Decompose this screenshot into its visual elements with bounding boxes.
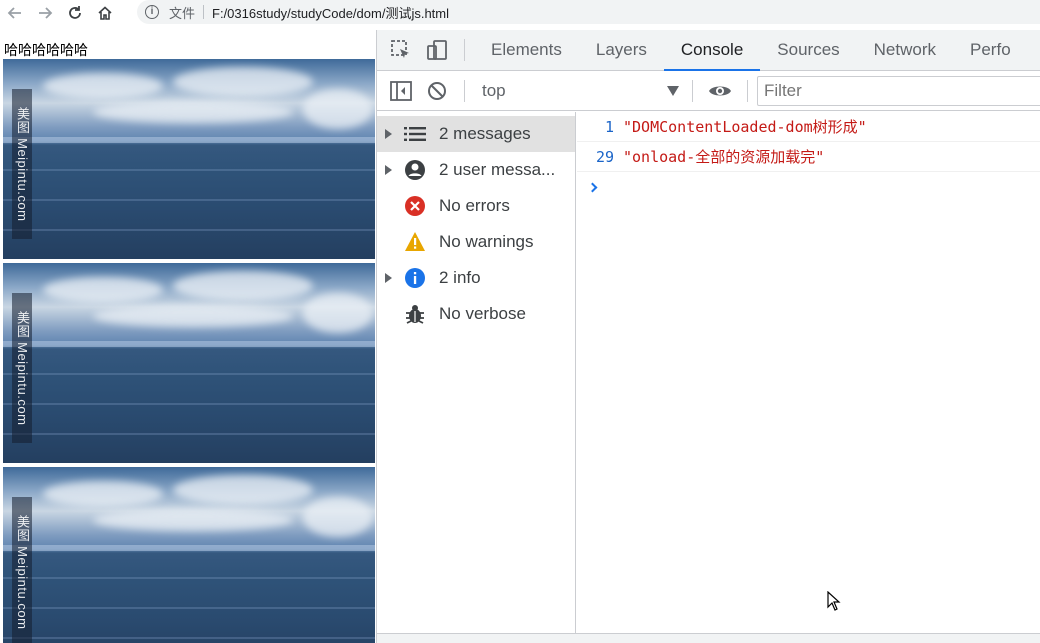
sidebar-item-verbose[interactable]: No verbose [377,296,575,332]
context-value: top [482,80,506,100]
tab-sources[interactable]: Sources [760,30,856,71]
home-icon[interactable] [90,0,120,26]
sidebar-item-errors[interactable]: No errors [377,188,575,224]
sidebar-item-label: No warnings [439,232,534,251]
mouse-cursor-icon [827,591,841,611]
sidebar-item-label: 2 info [439,268,481,287]
browser-toolbar: i 文件 F:/0316study/studyCode/dom/测试js.htm… [0,0,1040,26]
toolbar-divider [464,79,465,102]
toolbar-divider [747,79,748,102]
address-bar[interactable]: i 文件 F:/0316study/studyCode/dom/测试js.htm… [137,0,1040,24]
toolbar-divider [692,79,693,102]
tab-elements[interactable]: Elements [474,30,579,71]
prompt-chevron-icon [587,182,598,192]
tab-layers[interactable]: Layers [579,30,664,71]
console-toolbar: top [377,71,1040,111]
tab-console[interactable]: Console [663,30,761,71]
ocean-image: 美图 Meipintu.com [3,467,375,643]
console-log-row[interactable]: 1 "DOMContentLoaded-dom树形成" [577,112,1040,142]
log-line-link[interactable]: 29 [577,148,623,166]
console-log-row[interactable]: 29 "onload-全部的资源加载完" [577,142,1040,172]
console-prompt[interactable] [577,172,1040,202]
page-viewport: 哈哈哈哈哈哈 美图 Meipintu.com 美图 Meipintu.com 美… [0,30,376,643]
log-line-link[interactable]: 1 [577,118,623,136]
tab-network[interactable]: Network [857,30,953,71]
sidebar-toggle-icon[interactable] [383,70,419,111]
devtools-bottom-bar [377,633,1040,643]
console-sidebar: 2 messages 2 user messa... No errors No … [377,112,576,643]
expand-triangle-icon[interactable] [377,165,399,175]
reload-icon[interactable] [60,0,90,26]
error-icon [399,194,431,218]
sidebar-item-label: No verbose [439,304,526,323]
chevron-down-icon [667,85,679,96]
console-output[interactable]: 1 "DOMContentLoaded-dom树形成" 29 "onload-全… [577,112,1040,643]
sidebar-item-label: 2 user messa... [439,160,556,179]
ocean-image: 美图 Meipintu.com [3,59,375,259]
site-info-icon[interactable]: i [145,5,159,19]
user-icon [399,158,431,182]
device-toggle-icon[interactable] [419,30,455,71]
expand-triangle-icon[interactable] [377,273,399,283]
bug-icon [399,302,431,326]
list-icon [399,122,431,146]
warning-icon [399,230,431,254]
image-watermark: 美图 Meipintu.com [12,293,32,443]
context-selector[interactable]: top [478,77,683,105]
toolbar-divider [464,39,465,61]
tab-performance[interactable]: Perfo [953,30,1028,71]
forward-arrow-icon[interactable] [30,0,60,26]
image-watermark: 美图 Meipintu.com [12,89,32,239]
clear-console-icon[interactable] [419,70,455,111]
url-text[interactable]: F:/0316study/studyCode/dom/测试js.html [212,3,449,22]
scheme-label: 文件 [169,5,196,21]
sidebar-item-info[interactable]: 2 info [377,260,575,296]
page-heading-text: 哈哈哈哈哈哈 [4,42,88,58]
log-message: "onload-全部的资源加载完" [623,148,825,166]
sidebar-item-label: 2 messages [439,124,531,143]
image-watermark: 美图 Meipintu.com [12,497,32,643]
live-expression-eye-icon[interactable] [702,70,738,111]
sidebar-item-label: No errors [439,196,510,215]
sidebar-item-warnings[interactable]: No warnings [377,224,575,260]
inspect-element-icon[interactable] [383,30,419,71]
devtools-panel: Elements Layers Console Sources Network … [376,30,1040,643]
log-message: "DOMContentLoaded-dom树形成" [623,118,867,136]
expand-triangle-icon[interactable] [377,129,399,139]
ocean-image: 美图 Meipintu.com [3,263,375,463]
omnibox-divider [203,5,205,19]
devtools-tab-bar: Elements Layers Console Sources Network … [377,30,1040,71]
filter-input[interactable] [757,76,1040,106]
sidebar-item-messages[interactable]: 2 messages [377,116,575,152]
sidebar-item-user-messages[interactable]: 2 user messa... [377,152,575,188]
back-arrow-icon[interactable] [0,0,30,26]
info-icon [399,266,431,290]
